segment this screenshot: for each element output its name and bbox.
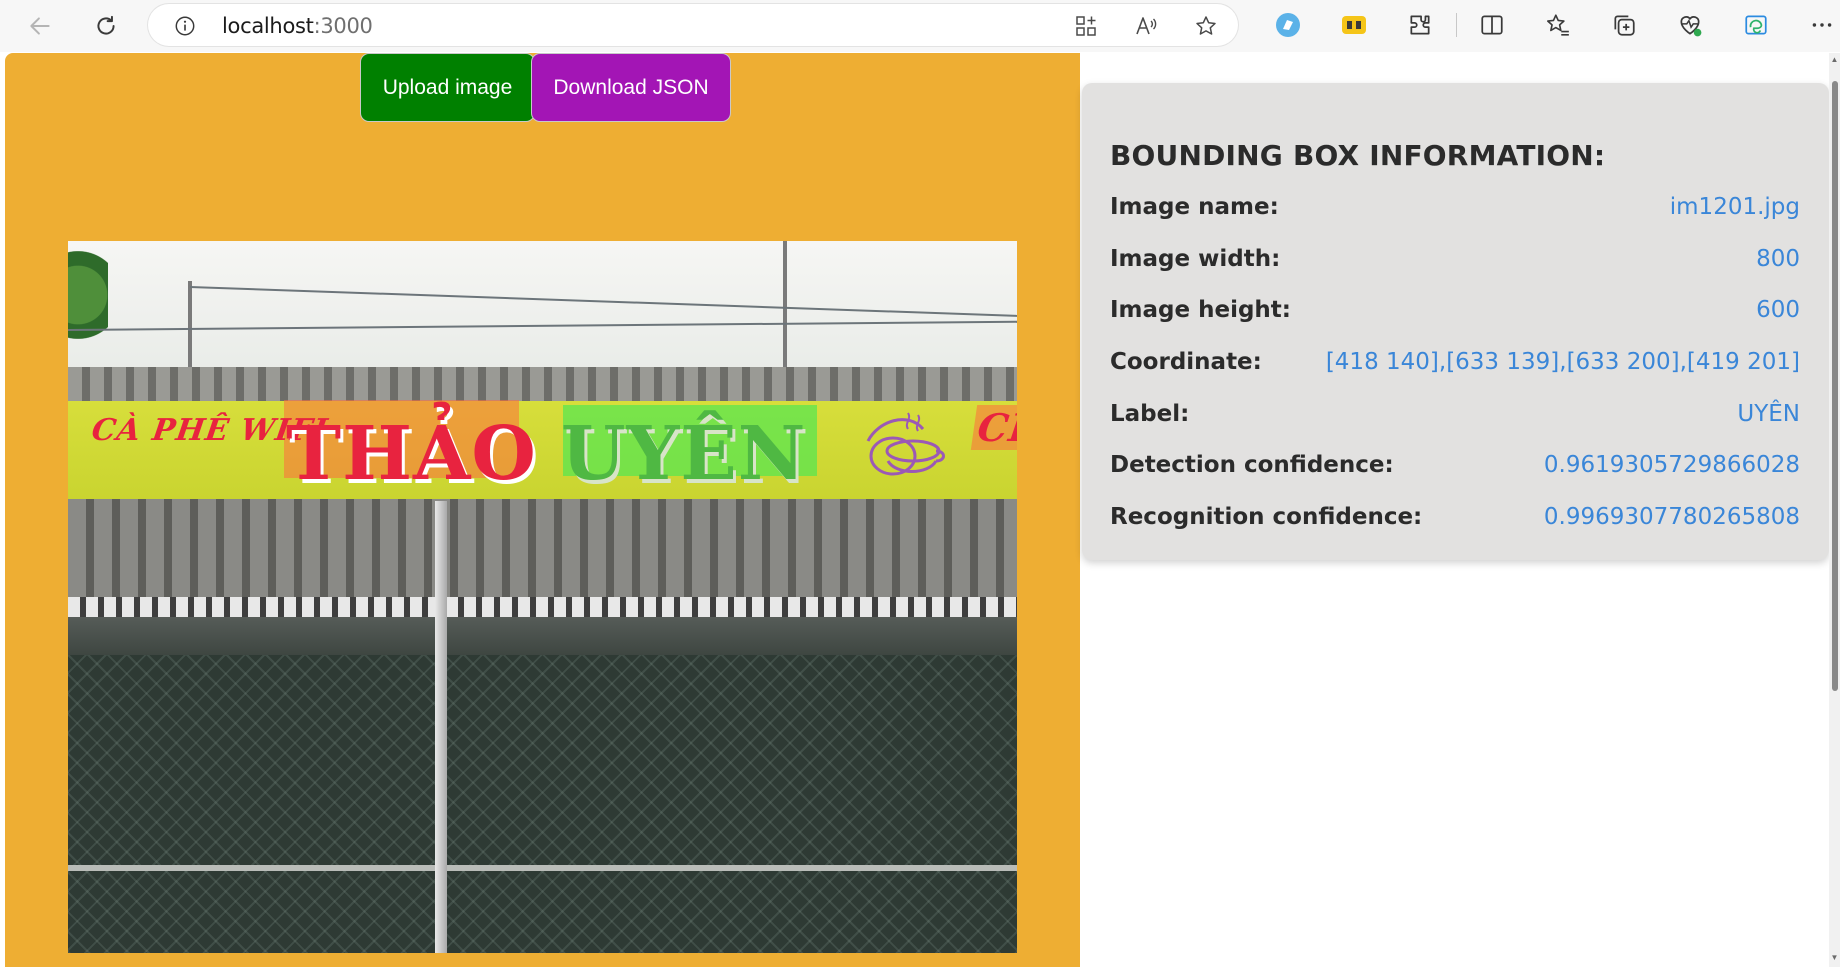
url-host: localhost [222,14,314,38]
info-value: 800 [1756,246,1800,272]
info-row-coordinate: Coordinate: [418 140],[633 139],[633 200… [1110,349,1800,381]
info-row-image-height: Image height: 600 [1110,297,1800,329]
scroll-up-arrow-icon[interactable]: ▲ [1830,55,1839,64]
url-port: :3000 [313,14,373,38]
page-scrollbar[interactable]: ▲ ▼ [1829,53,1840,967]
info-value: 0.9619305729866028 [1543,452,1800,478]
url-text[interactable]: localhost:3000 [222,14,373,38]
collections-icon[interactable] [1610,11,1638,39]
copilot-icon[interactable] [1274,11,1302,39]
fence-rail [68,865,1017,871]
download-json-button[interactable]: Download JSON [531,53,731,122]
browser-toolbar: localhost:3000 [0,0,1840,52]
back-arrow-icon[interactable] [22,8,58,44]
photo-post [435,501,447,953]
image-pane: Upload image Download JSON CÀ PHÊ WIFI T… [5,53,1080,967]
uploaded-image[interactable]: CÀ PHÊ WIFI THẢO UYÊN CH [68,241,1017,953]
read-aloud-icon[interactable] [1134,14,1158,38]
favorite-star-icon[interactable] [1194,14,1218,38]
info-row-recognition-confidence: Recognition confidence: 0.99693077802658… [1110,504,1800,536]
photo-underside [68,617,1017,657]
photo-roof [68,367,1017,403]
reader-icon[interactable] [1340,11,1368,39]
photo-awning-edge [68,597,1017,619]
info-row-detection-confidence: Detection confidence: 0.9619305729866028 [1110,452,1800,484]
info-key: Label: [1110,401,1190,427]
info-row-image-width: Image width: 800 [1110,246,1800,278]
sign-text-ch: CH [970,405,1017,450]
scroll-down-arrow-icon[interactable]: ▼ [1830,953,1839,962]
info-value: [418 140],[633 139],[633 200],[419 201] [1325,349,1800,375]
sign-text-thao: THẢO [286,411,537,497]
edge-icon[interactable] [1742,11,1770,39]
bounding-box-info-panel: BOUNDING BOX INFORMATION: Image name: im… [1082,83,1829,560]
refresh-icon[interactable] [88,8,124,44]
info-key: Image width: [1110,246,1281,272]
info-value: 600 [1756,297,1800,323]
info-value: 0.9969307780265808 [1543,504,1800,530]
photo-awning [68,499,1017,599]
scroll-thumb[interactable] [1832,81,1838,691]
photo-pole [188,281,192,371]
info-key: Coordinate: [1110,349,1262,375]
favorites-icon[interactable] [1544,11,1572,39]
photo-tree [68,251,108,361]
info-value: UYÊN [1737,401,1800,427]
info-key: Image height: [1110,297,1292,323]
info-key: Detection confidence: [1110,452,1394,478]
info-icon[interactable] [174,15,196,37]
info-key: Recognition confidence: [1110,504,1423,530]
photo-sky [68,241,1017,371]
coffee-cup-icon [866,412,945,476]
upload-image-button[interactable]: Upload image [360,53,535,122]
info-row-label: Label: UYÊN [1110,401,1800,433]
info-row-image-name: Image name: im1201.jpg [1110,194,1800,226]
address-bar[interactable]: localhost:3000 [148,4,1238,46]
photo-fence [68,655,1017,953]
sign-text-uyen: UYÊN [561,411,807,497]
more-icon[interactable] [1808,11,1836,39]
toolbar-divider [1456,13,1457,37]
info-key: Image name: [1110,194,1279,220]
split-screen-icon[interactable] [1478,11,1506,39]
performance-icon[interactable] [1676,11,1704,39]
info-value: im1201.jpg [1669,194,1800,220]
extensions-icon[interactable] [1406,11,1434,39]
apps-grid-icon[interactable] [1074,14,1098,38]
info-title: BOUNDING BOX INFORMATION: [1110,139,1606,172]
